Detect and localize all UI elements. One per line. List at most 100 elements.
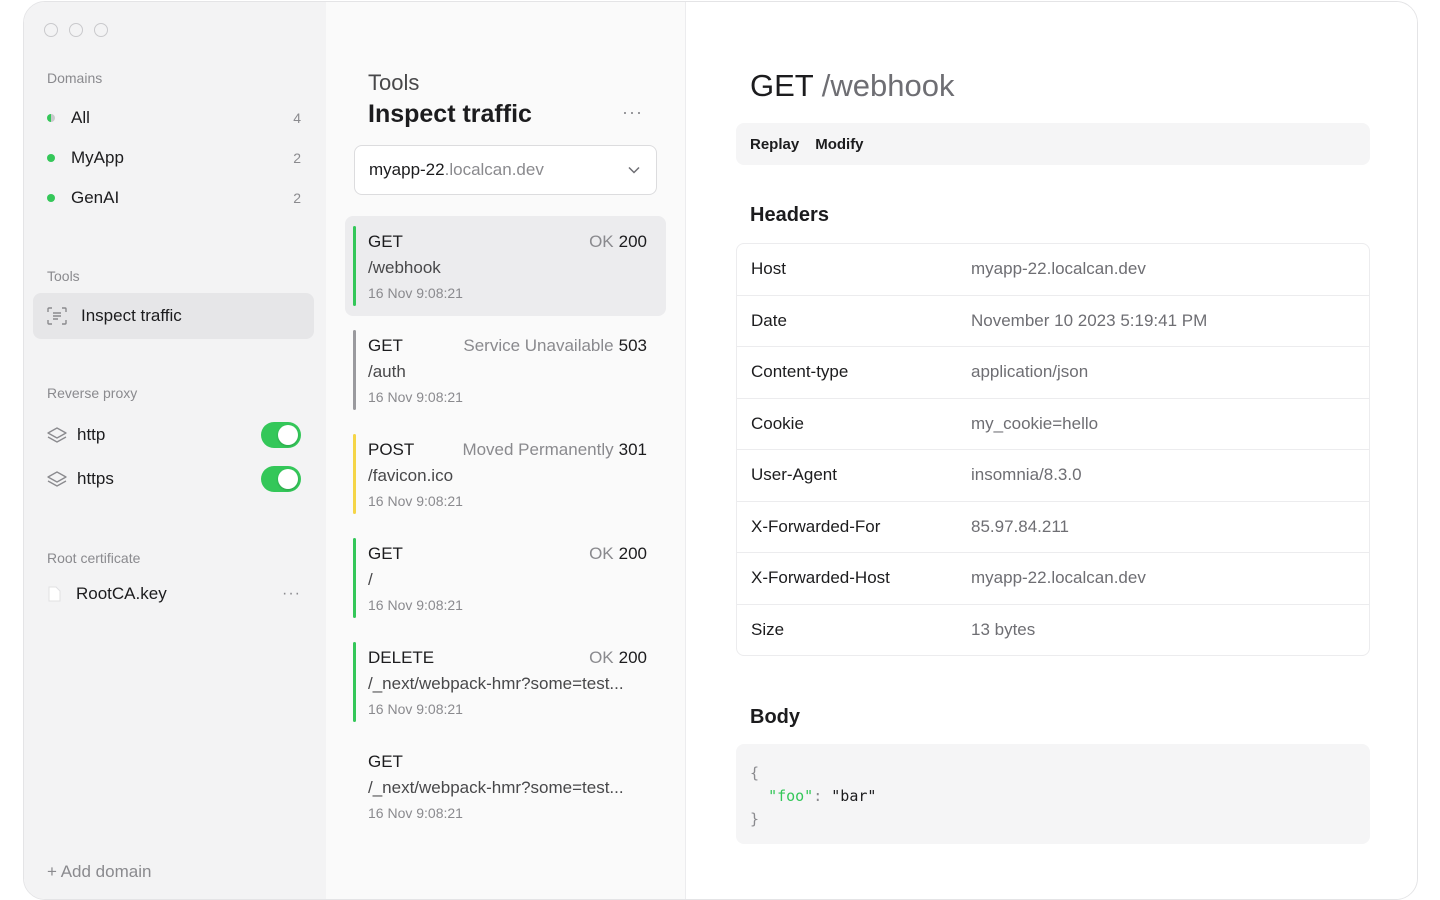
code-open-brace: {: [750, 764, 760, 782]
header-value: myapp-22.localcan.dev: [971, 259, 1146, 279]
status-bar: [353, 330, 356, 410]
domain-item-all[interactable]: All 4: [47, 105, 301, 131]
request-method: DELETE: [368, 648, 435, 667]
header-key: Size: [751, 620, 785, 640]
status-dot-icon: [47, 114, 55, 122]
close-window-button[interactable]: [44, 23, 58, 37]
panel-subtitle: Tools: [368, 70, 420, 95]
request-item[interactable]: GET OK 200 / 16 Nov 9:08:21: [345, 528, 666, 628]
headers-table: Host myapp-22.localcan.dev Date November 1…: [736, 243, 1370, 656]
header-value: insomnia/8.3.0: [971, 465, 1082, 485]
proxy-item-https: https: [47, 463, 301, 495]
http-toggle[interactable]: [261, 422, 301, 448]
more-options-button[interactable]: ···: [622, 102, 643, 123]
header-key: User-Agent: [751, 465, 837, 485]
header-key: Content-type: [751, 362, 849, 382]
request-path: /webhook: [368, 258, 441, 277]
status-text: OK: [589, 648, 614, 667]
https-toggle[interactable]: [261, 466, 301, 492]
domain-label: GenAI: [71, 188, 120, 207]
sidebar-item-inspect-traffic[interactable]: Inspect traffic: [33, 293, 314, 339]
file-icon: [48, 586, 61, 602]
request-item[interactable]: GET /_next/webpack-hmr?some=test... 16 N…: [345, 736, 666, 836]
status-bar: [353, 226, 356, 306]
header-value: application/json: [971, 362, 1089, 382]
request-time: 16 Nov 9:08:21: [368, 285, 463, 301]
replay-button[interactable]: Replay: [750, 136, 799, 153]
status-code: 200: [618, 648, 647, 667]
sidebar-item-label: Inspect traffic: [81, 306, 182, 325]
request-status: Moved Permanently 301: [462, 440, 647, 460]
request-method: POST: [368, 440, 415, 459]
domains-section-title: Domains: [47, 70, 103, 86]
request-path: /_next/webpack-hmr?some=test...: [368, 778, 624, 797]
status-dot-icon: [47, 154, 55, 162]
status-code: 200: [618, 232, 647, 251]
header-row: Date November 10 2023 5:19:41 PM: [737, 296, 1369, 347]
header-key: X-Forwarded-For: [751, 516, 881, 536]
minimize-window-button[interactable]: [69, 23, 83, 37]
request-time: 16 Nov 9:08:21: [368, 805, 463, 821]
domain-item-myapp[interactable]: MyApp 2: [47, 145, 301, 171]
header-row: Content-type application/json: [737, 347, 1369, 399]
header-row: X-Forwarded-For 85.97.84.211: [737, 502, 1369, 553]
layers-icon: [47, 427, 67, 443]
add-domain-button[interactable]: + Add domain: [47, 862, 151, 882]
status-code: 503: [618, 336, 647, 355]
cert-item-rootca[interactable]: RootCA.key ···: [47, 580, 301, 608]
header-row: X-Forwarded-Host myapp-22.localcan.dev: [737, 553, 1369, 605]
detail-path: /webhook: [821, 68, 955, 103]
header-value: my_cookie=hello: [971, 413, 1099, 433]
proxy-label: http: [77, 425, 106, 444]
sidebar: Domains All 4 MyApp 2 GenAI 2 Tools Insp…: [24, 2, 326, 899]
request-time: 16 Nov 9:08:21: [368, 389, 463, 405]
status-text: Moved Permanently: [462, 440, 614, 459]
domain-count: 4: [293, 110, 301, 126]
code-close-brace: }: [750, 810, 760, 828]
header-row: User-Agent insomnia/8.3.0: [737, 450, 1369, 502]
window-controls: [44, 23, 108, 37]
status-bar: [353, 538, 356, 618]
request-path: /: [368, 570, 373, 589]
header-key: Host: [751, 259, 786, 279]
proxy-item-http: http: [47, 419, 301, 451]
header-key: Date: [751, 310, 787, 330]
request-status: OK 200: [589, 232, 647, 252]
request-status: Service Unavailable 503: [463, 336, 647, 356]
request-item[interactable]: GET Service Unavailable 503 /auth 16 Nov …: [345, 320, 666, 420]
status-bar: [353, 434, 356, 514]
code-line: "foo": "bar": [750, 785, 1356, 808]
request-status: [642, 752, 647, 772]
header-value: November 10 2023 5:19:41 PM: [971, 310, 1208, 330]
domain-count: 2: [293, 190, 301, 206]
select-domain: .localcan.dev: [444, 160, 544, 179]
header-row: Size 13 bytes: [737, 605, 1369, 656]
status-text: Service Unavailable: [463, 336, 614, 355]
request-time: 16 Nov 9:08:21: [368, 701, 463, 717]
request-item[interactable]: POST Moved Permanently 301 /favicon.ico 1…: [345, 424, 666, 524]
panel-title: Inspect traffic: [368, 100, 532, 128]
zoom-window-button[interactable]: [94, 23, 108, 37]
request-item[interactable]: GET OK 200 /webhook 16 Nov 9:08:21: [345, 216, 666, 316]
layers-icon: [47, 471, 67, 487]
request-status: OK 200: [589, 544, 647, 564]
modify-button[interactable]: Modify: [815, 136, 863, 153]
domain-item-genai[interactable]: GenAI 2: [47, 185, 301, 211]
chevron-down-icon: [628, 166, 640, 174]
header-value: 13 bytes: [971, 620, 1036, 640]
status-text: OK: [589, 232, 614, 251]
header-value: myapp-22.localcan.dev: [971, 568, 1146, 588]
request-method: GET: [368, 752, 403, 771]
request-method: GET: [368, 336, 403, 355]
request-path: /favicon.ico: [368, 466, 454, 485]
domain-label: All: [71, 108, 90, 127]
json-value: "bar": [831, 787, 877, 805]
app-window: Domains All 4 MyApp 2 GenAI 2 Tools Insp…: [23, 1, 1418, 900]
cert-more-button[interactable]: ···: [282, 585, 301, 603]
select-subdomain: myapp-22: [369, 160, 445, 179]
request-item[interactable]: DELETE OK 200 /_next/webpack-hmr?some=tes…: [345, 632, 666, 732]
status-dot-icon: [47, 194, 55, 202]
domain-select[interactable]: myapp-22 .localcan.dev: [354, 145, 657, 195]
header-key: X-Forwarded-Host: [751, 568, 890, 588]
tools-section-title: Tools: [47, 268, 80, 284]
